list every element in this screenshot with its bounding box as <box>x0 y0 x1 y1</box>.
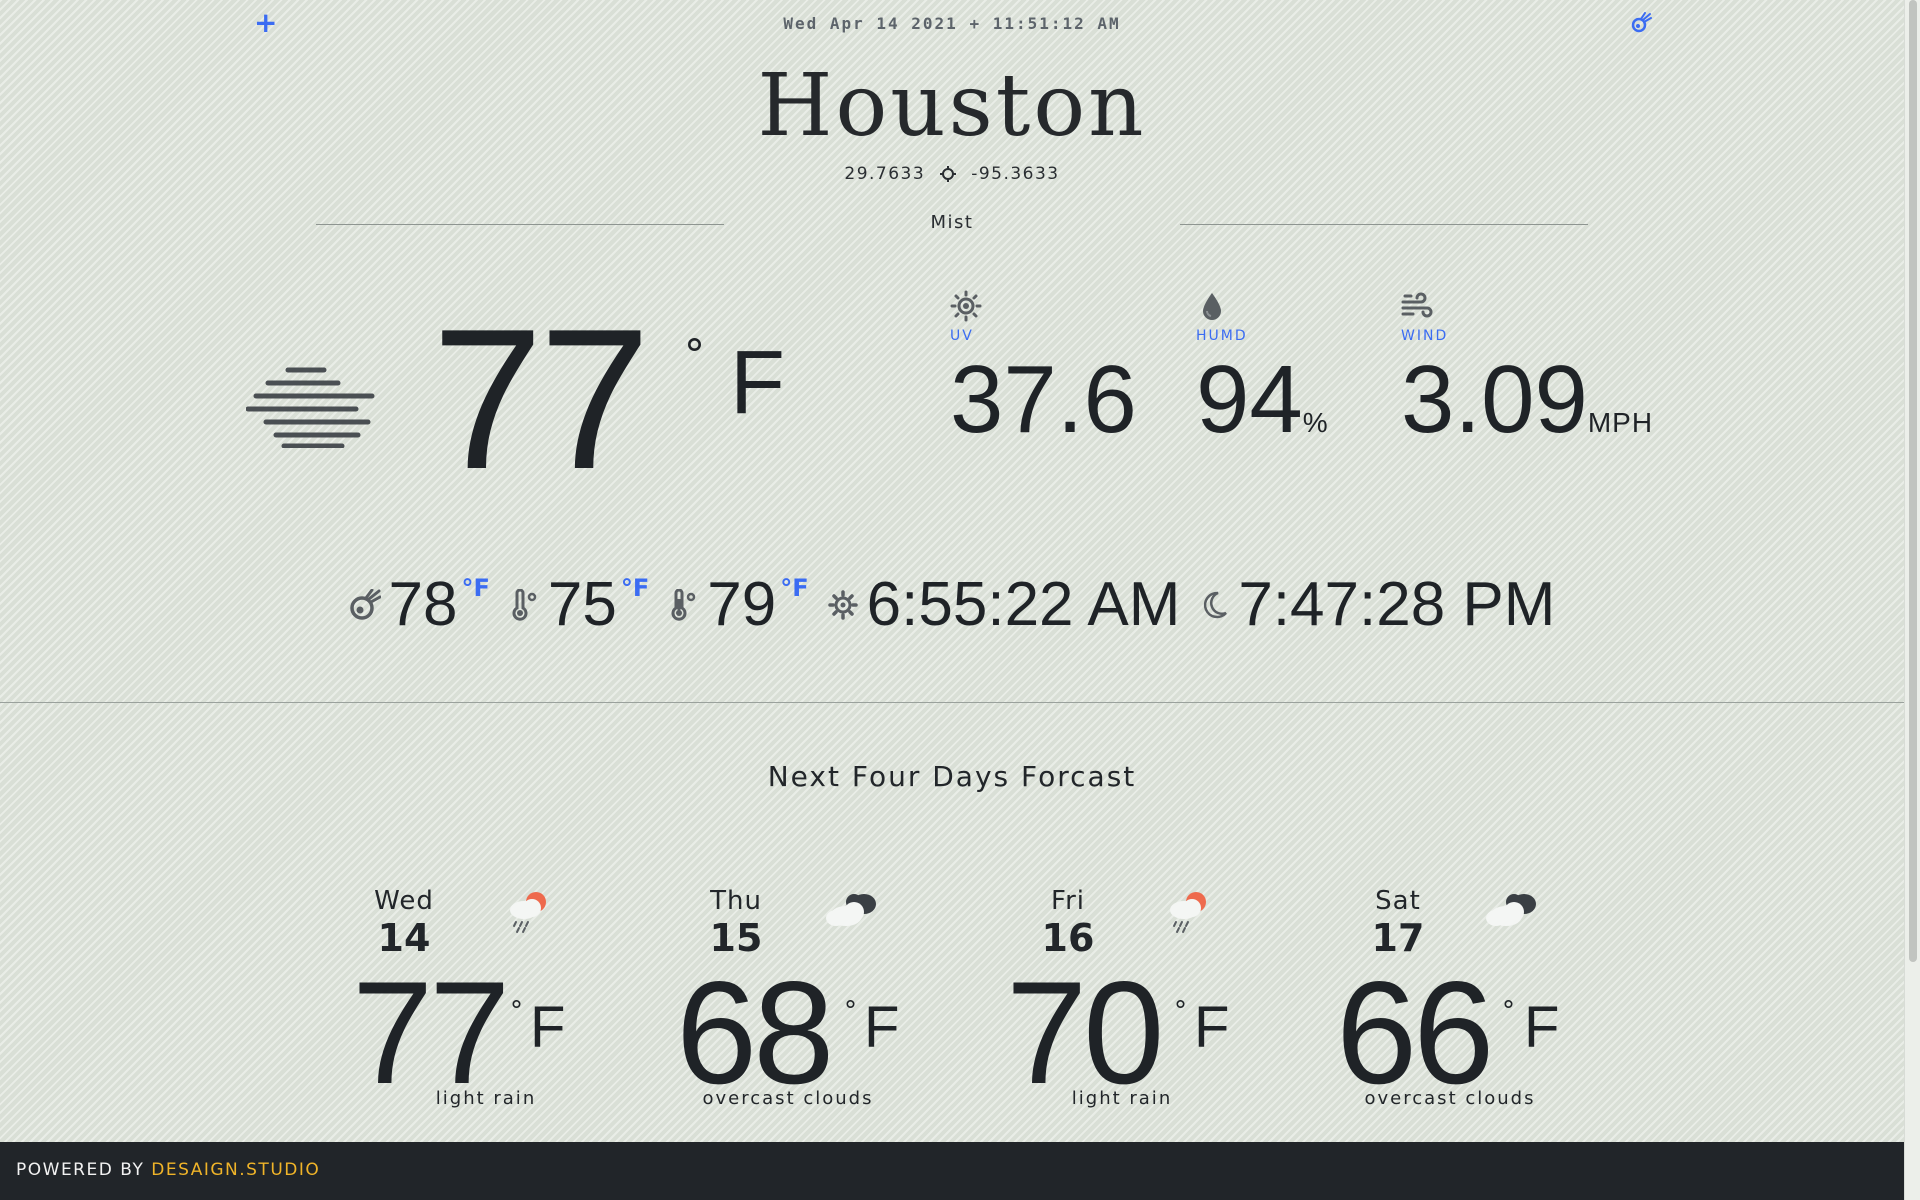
forecast-day-temp: 66 <box>1336 951 1494 1114</box>
droplet-icon <box>1203 293 1221 320</box>
forecast-degree: ° <box>510 996 523 1026</box>
forecast-day-name: Sat <box>1375 886 1421 916</box>
degree-symbol: ° <box>684 330 705 379</box>
temp-min: 75 °F <box>508 570 649 640</box>
forecast-day-temp: 68 <box>676 951 834 1114</box>
coordinates: 29.7633 -95.3633 <box>0 164 1904 184</box>
city-name: Houston <box>757 56 1147 156</box>
scrollbar-thumb[interactable] <box>1909 0 1917 962</box>
sunrise-time: 6:55:22 AM <box>866 570 1181 639</box>
forecast-degree: ° <box>1502 996 1515 1026</box>
powered-by-label: POWERED BY <box>16 1160 145 1180</box>
moon-icon <box>1204 591 1228 619</box>
forecast-degree: ° <box>1174 996 1187 1026</box>
current-temperature: 77 <box>432 288 650 511</box>
brand-link[interactable]: DESAIGN.STUDIO <box>151 1160 320 1180</box>
rain-sun-icon <box>1170 892 1206 933</box>
longitude: -95.3633 <box>971 164 1060 184</box>
weather-condition: Mist <box>930 212 974 233</box>
humidity-value: 94% <box>1196 346 1329 453</box>
feels-like-value: 78 <box>388 570 458 639</box>
mist-icon <box>246 367 375 448</box>
feels-like: 78 °F <box>349 570 490 640</box>
latitude: 29.7633 <box>844 164 926 184</box>
comet-icon <box>349 589 381 620</box>
details-row: 78 °F 75 °F 79 °F 6:55:22 AM 7:47:28 PM <box>0 570 1904 640</box>
rain-sun-icon <box>510 892 546 933</box>
forecast-day-name: Wed <box>374 886 434 916</box>
temperature-unit: F <box>730 333 785 433</box>
forecast-day-temp: 77 <box>352 951 510 1114</box>
uv-label: UV <box>950 328 974 344</box>
feels-like-unit: °F <box>461 574 490 602</box>
forecast-day: Thu 15 68 ° F overcast clouds <box>676 886 976 1116</box>
forecast-day-name: Fri <box>1051 886 1085 916</box>
thermometer-high-icon <box>671 589 696 621</box>
forecast-day-temp: 70 <box>1006 951 1164 1114</box>
forecast-day: Wed 14 77 ° F light rain <box>344 886 644 1116</box>
wind-stat: WIND 3.09MPH <box>1401 290 1653 473</box>
forecast-unit: F <box>864 995 900 1060</box>
forecast-unit: F <box>530 995 566 1060</box>
comet-icon[interactable] <box>1630 12 1652 34</box>
overcast-clouds-icon <box>1486 894 1536 926</box>
humidity-label: HUMD <box>1196 328 1248 344</box>
current-datetime: Wed Apr 14 2021 + 11:51:12 AM <box>783 14 1121 33</box>
wind-label: WIND <box>1401 328 1449 344</box>
sunset-time: 7:47:28 PM <box>1238 570 1556 639</box>
temp-min-value: 75 <box>547 570 617 639</box>
temp-min-unit: °F <box>620 574 650 602</box>
sunset: 7:47:28 PM <box>1198 570 1555 640</box>
forecast-unit: F <box>1194 995 1230 1060</box>
forecast-title: Next Four Days Forcast <box>767 760 1137 793</box>
forecast-day-desc: overcast clouds <box>1364 1088 1536 1109</box>
uv-stat: UV 37.6 <box>950 290 1137 473</box>
sunrise-gear-icon <box>827 590 858 620</box>
temp-max: 79 °F <box>667 570 809 640</box>
overcast-clouds-icon <box>826 894 876 926</box>
thermometer-low-icon <box>512 589 537 621</box>
sun-icon <box>950 290 982 322</box>
forecast-day-name: Thu <box>710 886 762 916</box>
forecast-degree: ° <box>844 996 857 1026</box>
crosshair-icon <box>940 166 957 182</box>
forecast-unit: F <box>1524 995 1560 1060</box>
forecast-day: Fri 16 70 ° F light rain <box>1006 886 1308 1116</box>
wind-icon <box>1401 292 1433 318</box>
scrollbar[interactable] <box>1904 0 1920 1200</box>
footer: POWERED BY DESAIGN.STUDIO <box>0 1142 1904 1200</box>
sunrise: 6:55:22 AM <box>827 570 1181 640</box>
forecast-day-desc: light rain <box>435 1088 537 1109</box>
forecast-day: Sat 17 66 ° F overcast clouds <box>1336 886 1638 1116</box>
temp-max-unit: °F <box>780 574 809 602</box>
section-divider <box>0 702 1904 703</box>
uv-value: 37.6 <box>950 346 1137 453</box>
divider-line-right <box>1180 224 1588 225</box>
footer-credit: POWERED BY DESAIGN.STUDIO <box>16 1160 320 1180</box>
forecast-day-desc: light rain <box>1071 1088 1173 1109</box>
forecast-day-desc: overcast clouds <box>702 1088 874 1109</box>
temp-max-value: 79 <box>707 570 777 639</box>
humidity-stat: HUMD 94% <box>1196 290 1329 473</box>
wind-value: 3.09MPH <box>1401 346 1654 453</box>
